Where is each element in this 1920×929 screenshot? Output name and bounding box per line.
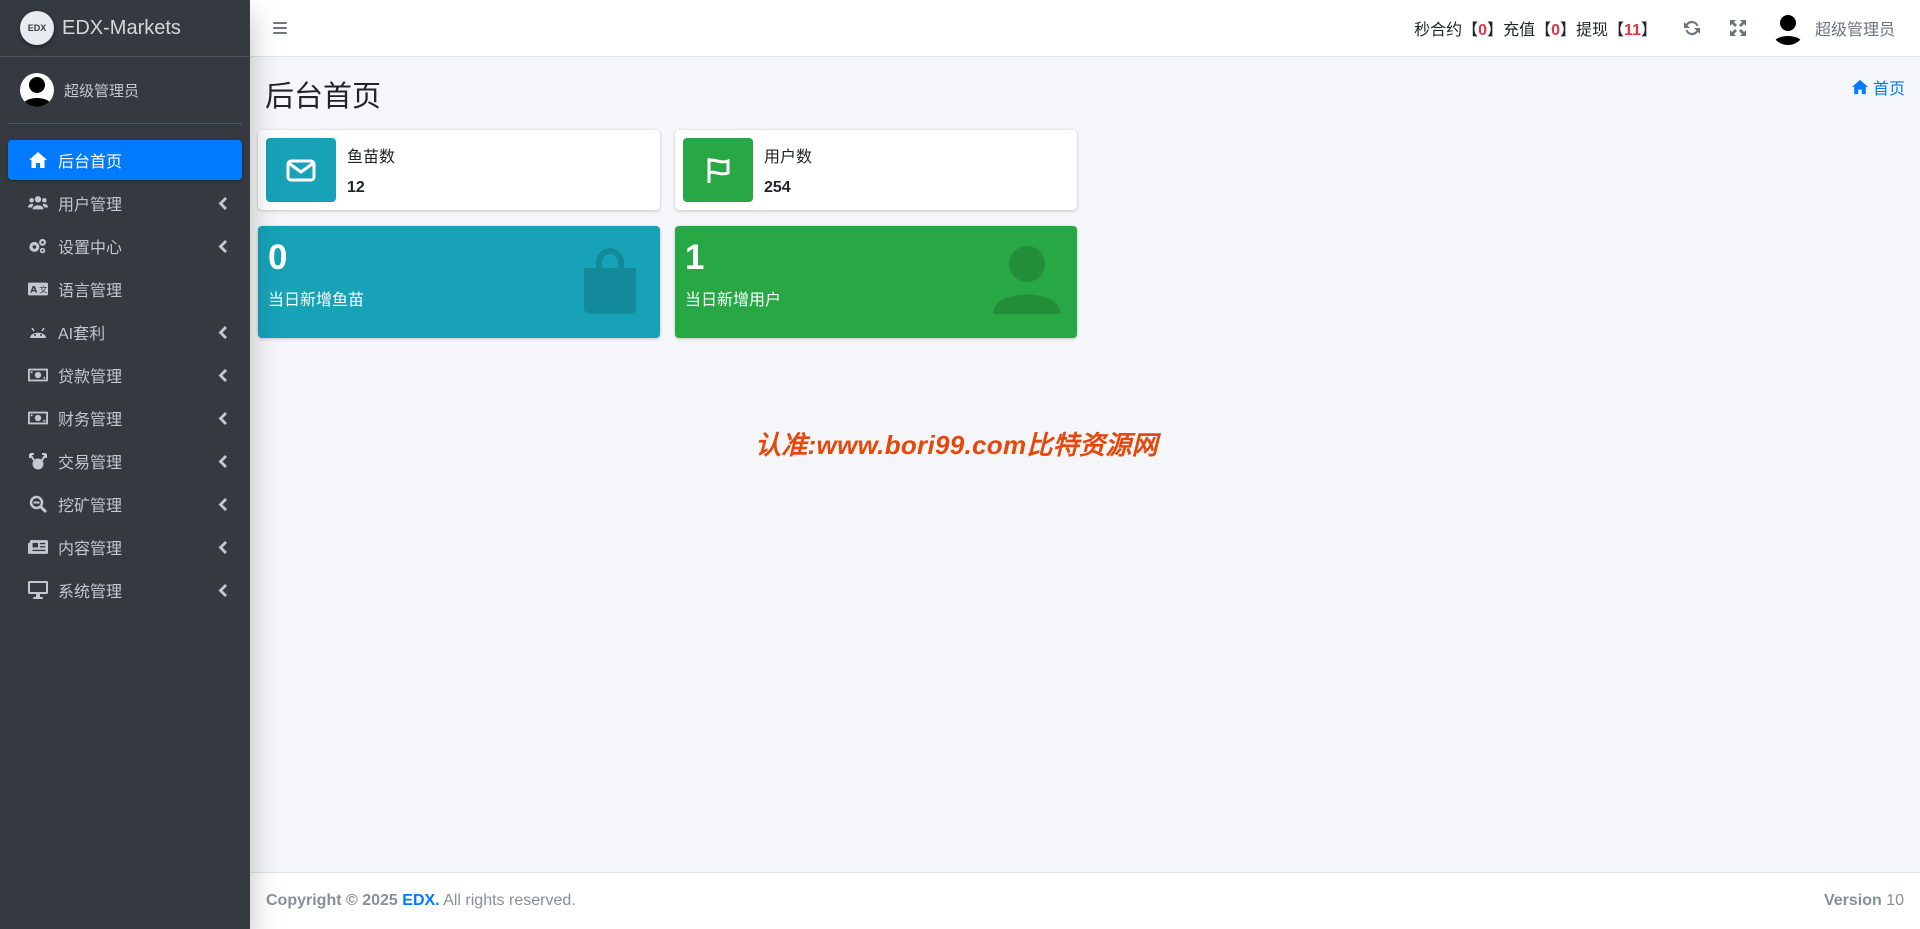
breadcrumb-home-link[interactable]: 首页 [1851, 75, 1905, 99]
sidebar-nav: 后台首页 用户管理 设置中心 A文 语言管理 AI套利 贷款管理 财务管理 交易… [0, 132, 250, 610]
sidebar-item-label: 用户管理 [58, 197, 123, 214]
flag-icon [683, 138, 753, 202]
svg-text:A: A [30, 286, 37, 296]
home-icon [1851, 79, 1868, 95]
chevron-left-icon [217, 583, 227, 597]
user-avatar-icon [22, 77, 52, 107]
sidebar-user-name: 超级管理员 [64, 82, 140, 100]
info-box-fry-count: 鱼苗数 12 [258, 130, 660, 210]
language-icon: A文 [26, 279, 50, 299]
fullscreen-button[interactable] [1715, 0, 1761, 57]
user-avatar-icon [1772, 15, 1803, 45]
sidebar-item-dashboard[interactable]: 后台首页 [8, 140, 242, 180]
sidebar-item-ai-arbitrage[interactable]: AI套利 [8, 312, 242, 352]
users-icon [26, 193, 50, 213]
envelope-icon [266, 138, 336, 202]
bars-icon [273, 22, 287, 34]
avatar [1770, 11, 1805, 45]
sidebar-item-label: AI套利 [58, 326, 106, 343]
sidebar-item-label: 设置中心 [58, 240, 123, 257]
small-box-new-fry: 0 当日新增鱼苗 [258, 226, 660, 338]
brand-link[interactable]: EDX EDX-Markets [0, 0, 250, 57]
chevron-left-icon [217, 411, 227, 425]
sidebar-item-mining[interactable]: 挖矿管理 [8, 484, 242, 524]
money-bill-icon [26, 408, 50, 428]
chevron-left-icon [217, 497, 227, 511]
user-icon [993, 246, 1061, 314]
header-right: 秒合约【0】充值【0】提现【11】 超级管理员 [1414, 0, 1920, 57]
chevron-left-icon [217, 454, 227, 468]
contract-label: 秒合约 [1414, 22, 1463, 39]
breadcrumb-label: 首页 [1872, 81, 1905, 98]
recharge-label: 充值 [1503, 22, 1536, 39]
header-user-menu[interactable]: 超级管理员 [1761, 0, 1920, 57]
watermark-text: 认准:www.bori99.com比特资源网 [755, 430, 1158, 460]
main-footer: Copyright © 2025 EDX. All rights reserve… [250, 872, 1920, 929]
sidebar-item-label: 系统管理 [58, 584, 123, 601]
pending-stats[interactable]: 秒合约【0】充值【0】提现【11】 [1414, 16, 1657, 40]
expand-icon [1729, 20, 1746, 36]
sidebar-item-users[interactable]: 用户管理 [8, 183, 242, 223]
desktop-icon [26, 580, 50, 600]
contract-count: 0 [1478, 22, 1488, 39]
page-title: 后台首页 [265, 81, 382, 113]
chevron-left-icon [217, 239, 227, 253]
footer-brand-link[interactable]: EDX. [402, 892, 439, 909]
chevron-left-icon [217, 196, 227, 210]
sidebar-user-panel[interactable]: 超级管理员 [8, 57, 242, 124]
android-icon [26, 322, 50, 342]
sidebar-item-label: 挖矿管理 [58, 498, 123, 515]
recharge-count: 0 [1551, 22, 1560, 39]
withdraw-count: 11 [1624, 22, 1641, 39]
small-box-new-users: 1 当日新增用户 [675, 226, 1077, 338]
refresh-icon [1683, 20, 1700, 36]
header-user-name: 超级管理员 [1814, 22, 1895, 39]
sidebar-item-content[interactable]: 内容管理 [8, 527, 242, 567]
exchange-icon [26, 451, 50, 471]
shopping-bag-icon [584, 248, 636, 314]
sidebar-item-settings[interactable]: 设置中心 [8, 226, 242, 266]
main-sidebar: EDX EDX-Markets 超级管理员 后台首页 用户管理 设置中心 A文 … [0, 0, 250, 929]
sidebar-item-label: 交易管理 [58, 455, 123, 472]
info-box-label: 鱼苗数 [347, 149, 396, 166]
svg-text:文: 文 [39, 285, 47, 295]
version-info: Version 10 [1823, 892, 1904, 909]
brand-name: EDX-Markets [62, 16, 181, 39]
content-wrapper: 后台首页 首页 鱼苗数 12 用户数 254 0 当日新增鱼苗 1 当日新增用户… [250, 57, 1920, 872]
search-minus-icon [26, 494, 50, 514]
sidebar-item-system[interactable]: 系统管理 [8, 570, 242, 610]
chevron-left-icon [217, 540, 227, 554]
sidebar-item-loans[interactable]: 贷款管理 [8, 355, 242, 395]
info-box-user-count: 用户数 254 [675, 130, 1077, 210]
sidebar-item-label: 语言管理 [58, 283, 123, 300]
home-icon [26, 150, 50, 170]
avatar [20, 73, 54, 107]
info-box-number: 12 [347, 179, 365, 196]
sidebar-item-trading[interactable]: 交易管理 [8, 441, 242, 481]
menu-toggle-button[interactable] [255, 0, 305, 57]
sidebar-item-label: 财务管理 [58, 412, 123, 429]
cogs-icon [26, 236, 50, 256]
chevron-left-icon [217, 368, 227, 382]
money-bill-icon [26, 365, 50, 385]
sidebar-item-label: 贷款管理 [58, 369, 123, 386]
copyright: Copyright © 2025 EDX. All rights reserve… [266, 892, 576, 909]
brand-logo: EDX [20, 11, 54, 45]
sidebar-item-label: 后台首页 [58, 154, 123, 171]
main-header: 秒合约【0】充值【0】提现【11】 超级管理员 [250, 0, 1920, 57]
info-box-label: 用户数 [764, 149, 813, 166]
sidebar-item-language[interactable]: A文 语言管理 [8, 269, 242, 309]
newspaper-icon [26, 537, 50, 557]
withdraw-label: 提现 [1576, 22, 1609, 39]
info-box-number: 254 [764, 179, 791, 196]
chevron-left-icon [217, 325, 227, 339]
refresh-button[interactable] [1669, 0, 1715, 57]
sidebar-item-finance[interactable]: 财务管理 [8, 398, 242, 438]
sidebar-item-label: 内容管理 [58, 541, 123, 558]
